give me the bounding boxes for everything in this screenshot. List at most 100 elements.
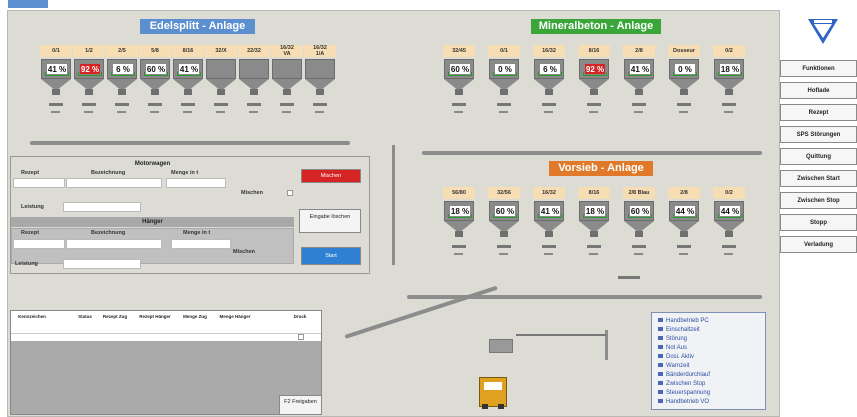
legend-swatch-icon (658, 345, 663, 350)
silo-bin[interactable]: 0/2 18 % (713, 45, 745, 145)
col-menge: Menge in t (171, 170, 199, 176)
bin-meter2 (634, 253, 643, 255)
bin-meter (497, 103, 511, 106)
legend-label: Störung (666, 336, 688, 342)
silo-bin[interactable]: 32/X (205, 45, 237, 145)
legend-label: Zwischen Stop (666, 381, 706, 387)
bin-body: 41 % (624, 59, 654, 79)
table-row[interactable] (11, 333, 321, 341)
silo-bin[interactable]: 8/16 18 % (578, 187, 610, 287)
legend-label: Steuerspannung (666, 390, 711, 396)
bin-label: 32/45 (443, 45, 475, 57)
bin-level: 6 % (539, 63, 561, 75)
mischen-label: Mischen (241, 190, 264, 196)
silo-bin[interactable]: 16/32 1/A (304, 45, 336, 145)
legend-item: Handbetrieb PC (658, 317, 709, 325)
mischen-checkbox[interactable] (287, 190, 293, 196)
bin-body: 60 % (624, 201, 654, 221)
silo-bin[interactable]: 2/8 Blau 60 % (623, 187, 655, 287)
bin-level: 18 % (449, 205, 471, 217)
silo-bin[interactable]: 8/16 92 % (578, 45, 610, 145)
sidebar-button[interactable]: Hoflade (780, 82, 857, 99)
bin-spout (455, 231, 463, 237)
bin-level: 41 % (46, 63, 68, 75)
sidebar-button[interactable]: Rezept (780, 104, 857, 121)
bezeichnung-input-2[interactable] (66, 239, 162, 249)
silo-bin[interactable]: 0/2 44 % (713, 187, 745, 287)
menge-input-2[interactable] (171, 239, 231, 249)
bin-body (239, 59, 269, 79)
bin-spout (184, 89, 192, 95)
bin-label: 0/1 (488, 45, 520, 57)
mischen-label-2: Mischen (233, 249, 256, 255)
silo-bin[interactable]: 2/8 41 % (623, 45, 655, 145)
silo-bin[interactable]: Dosseur 0 % (668, 45, 700, 145)
sidebar-button[interactable]: Funktionen (780, 60, 857, 77)
rezept-input-2[interactable] (13, 239, 65, 249)
sidebar-button[interactable]: Zwischen Start (780, 170, 857, 187)
bin-label: 5/8 (139, 45, 171, 57)
bin-meter2 (544, 253, 553, 255)
sidebar-button[interactable]: Verladung (780, 236, 857, 253)
silo-bin[interactable]: 32/56 60 % (488, 187, 520, 287)
bin-meter (452, 245, 466, 248)
bin-meter2 (454, 111, 463, 113)
leistung-input[interactable] (63, 202, 141, 212)
sidebar-button[interactable]: Quittung (780, 148, 857, 165)
silo-bin[interactable]: 2/5 6 % (106, 45, 138, 145)
silo-bin[interactable]: 5/8 60 % (139, 45, 171, 145)
silo-bin[interactable]: 32/45 60 % (443, 45, 475, 145)
bin-body: 18 % (714, 59, 744, 79)
bin-level: 60 % (494, 205, 516, 217)
sidebar-button[interactable]: Stopp (780, 214, 857, 231)
leistung-input-2[interactable] (63, 259, 141, 269)
sidebar-button[interactable]: Zwischen Stop (780, 192, 857, 209)
bezeichnung-input[interactable] (66, 178, 162, 188)
bin-spout (500, 89, 508, 95)
bin-meter (632, 245, 646, 248)
bin-meter2 (454, 253, 463, 255)
col-rezept: Rezept (21, 170, 40, 176)
menge-input[interactable] (166, 178, 226, 188)
freigaben-button[interactable]: F2 Freigaben (279, 395, 322, 415)
druck-checkbox[interactable] (298, 334, 304, 340)
silo-bin[interactable]: 16/32 6 % (533, 45, 565, 145)
legend-swatch-icon (658, 318, 663, 323)
mischen-red-button[interactable]: Mischen (301, 169, 361, 183)
top-tab[interactable] (8, 0, 48, 8)
silo-bin[interactable]: 2/8 44 % (668, 187, 700, 287)
bin-body: 6 % (107, 59, 137, 79)
bin-meter2 (117, 111, 126, 113)
silo-bin[interactable]: 56/80 18 % (443, 187, 475, 287)
bin-body: 60 % (140, 59, 170, 79)
silo-bin[interactable]: 0/1 0 % (488, 45, 520, 145)
bin-meter2 (249, 111, 258, 113)
bin-body: 92 % (579, 59, 609, 79)
bin-meter2 (51, 111, 60, 113)
silo-bin[interactable]: 8/16 41 % (172, 45, 204, 145)
bin-label: 16/32 (533, 45, 565, 57)
silo-bin[interactable]: 16/32 VA (271, 45, 303, 145)
bin-label: 0/2 (713, 187, 745, 199)
bin-level: 41 % (539, 205, 561, 217)
column-header: Menge Zug (183, 314, 207, 319)
silo-bin[interactable]: 16/32 41 % (533, 187, 565, 287)
bin-body: 41 % (534, 201, 564, 221)
bin-spout (545, 231, 553, 237)
bin-spout (725, 231, 733, 237)
bin-label: 8/16 (578, 187, 610, 199)
eingabe-loeschen-button[interactable]: Eingabe löschen (299, 209, 361, 233)
silo-bin[interactable]: 22/32 (238, 45, 270, 145)
silo-bin[interactable]: 0/1 41 % (40, 45, 72, 145)
bin-meter2 (84, 111, 93, 113)
bin-meter2 (679, 111, 688, 113)
company-logo (806, 16, 840, 46)
silo-bin[interactable]: 1/2 92 % (73, 45, 105, 145)
sidebar-button[interactable]: SPS Störungen (780, 126, 857, 143)
bin-meter2 (499, 111, 508, 113)
bin-spout (455, 89, 463, 95)
bin-spout (151, 89, 159, 95)
bin-level: 0 % (674, 63, 696, 75)
start-button[interactable]: Start (301, 247, 361, 265)
rezept-input[interactable] (13, 178, 65, 188)
